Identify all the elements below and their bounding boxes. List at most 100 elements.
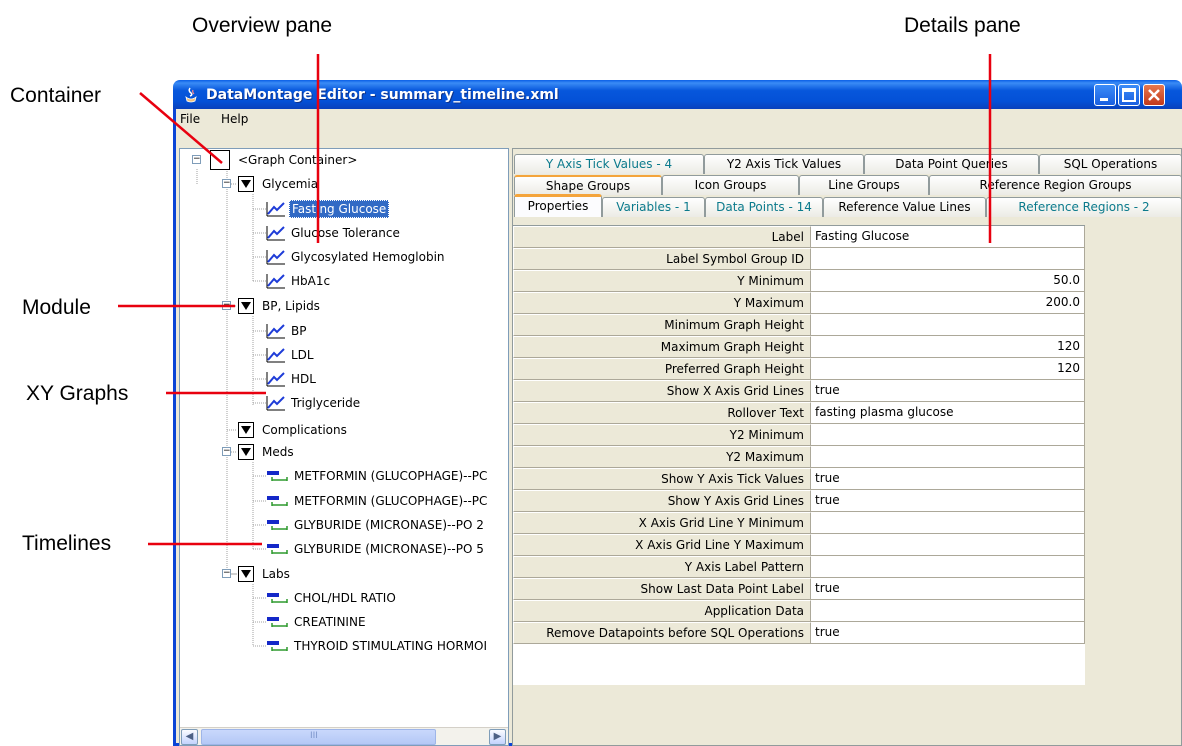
tree-module[interactable]: Complications [238, 419, 349, 441]
property-value[interactable]: true [811, 380, 1085, 402]
tree-timeline[interactable]: GLYBURIDE (MICRONASE)--PO 5 [266, 538, 486, 560]
minimize-button[interactable] [1094, 84, 1116, 106]
tab-properties[interactable]: Properties [514, 194, 602, 217]
timeline-icon [267, 593, 288, 603]
property-row[interactable]: Y2 Minimum [513, 424, 1085, 446]
tab-variables[interactable]: Variables - 1 [602, 197, 705, 217]
tab-reference-region-groups[interactable]: Reference Region Groups [929, 175, 1182, 195]
tree-graph[interactable]: Triglyceride [266, 392, 362, 414]
tree-item-label: GLYBURIDE (MICRONASE)--PO 2 [294, 518, 484, 532]
property-row[interactable]: Rollover Text fasting plasma glucose [513, 402, 1085, 424]
maximize-button[interactable] [1118, 84, 1140, 106]
timeline-icon [267, 520, 288, 530]
property-name: Application Data [513, 600, 811, 622]
tree-collapse-toggle[interactable]: − [222, 447, 231, 456]
window-titlebar[interactable]: DataMontage Editor - summary_timeline.xm… [173, 80, 1182, 110]
tab-data-points[interactable]: Data Points - 14 [705, 197, 823, 217]
timeline-icon [267, 617, 288, 627]
tree-graph[interactable]: LDL [266, 344, 316, 366]
property-row[interactable]: Label Fasting Glucose [513, 226, 1085, 248]
tree-root-container[interactable]: <Graph Container> [210, 149, 359, 171]
overview-pane[interactable]: − <Graph Container> − Glycemia Fasting G… [179, 148, 509, 746]
tree-module[interactable]: Meds [238, 441, 296, 463]
property-value[interactable]: true [811, 468, 1085, 490]
tree-timeline[interactable]: METFORMIN (GLUCOPHAGE)--PC [266, 465, 489, 487]
property-row[interactable]: Show Y Axis Tick Values true [513, 468, 1085, 490]
tab-y-axis-tick-values[interactable]: Y Axis Tick Values - 4 [514, 154, 704, 174]
property-value[interactable] [811, 446, 1085, 468]
property-value[interactable]: true [811, 578, 1085, 600]
property-row[interactable]: Show Y Axis Grid Lines true [513, 490, 1085, 512]
menu-file[interactable]: File [180, 112, 200, 126]
tab-reference-regions[interactable]: Reference Regions - 2 [986, 197, 1182, 217]
property-row[interactable]: Maximum Graph Height 120 [513, 336, 1085, 358]
property-row[interactable]: Y Minimum 50.0 [513, 270, 1085, 292]
property-row[interactable]: Y Axis Label Pattern [513, 556, 1085, 578]
tab-sql-operations[interactable]: SQL Operations [1039, 154, 1182, 174]
tree-collapse-toggle[interactable]: − [222, 301, 231, 310]
property-value[interactable]: true [811, 490, 1085, 512]
property-row[interactable]: Show Last Data Point Label true [513, 578, 1085, 600]
tree-collapse-toggle[interactable]: − [222, 569, 231, 578]
tree-graph[interactable]: Fasting Glucose [266, 198, 390, 220]
tree-graph[interactable]: Glycosylated Hemoglobin [266, 246, 447, 268]
property-row[interactable]: Y2 Maximum [513, 446, 1085, 468]
tree-item-label: Complications [262, 423, 347, 437]
tab-y2-axis-tick-values[interactable]: Y2 Axis Tick Values [704, 154, 864, 174]
tab-reference-value-lines[interactable]: Reference Value Lines [823, 197, 986, 217]
tree-item-label: METFORMIN (GLUCOPHAGE)--PC [294, 494, 488, 508]
property-value[interactable]: 200.0 [811, 292, 1085, 314]
property-value[interactable]: fasting plasma glucose [811, 402, 1085, 424]
property-name: Preferred Graph Height [513, 358, 811, 380]
tree-item-label: BP [291, 324, 307, 338]
property-value[interactable]: true [811, 622, 1085, 644]
tree-collapse-toggle[interactable]: − [222, 179, 231, 188]
property-value[interactable]: 50.0 [811, 270, 1085, 292]
tab-line-groups[interactable]: Line Groups [799, 175, 929, 195]
property-name: Show X Axis Grid Lines [513, 380, 811, 402]
property-value[interactable] [811, 314, 1085, 336]
tree-timeline[interactable]: GLYBURIDE (MICRONASE)--PO 2 [266, 514, 486, 536]
property-row[interactable]: Label Symbol Group ID [513, 248, 1085, 270]
tree-item-label: BP, Lipids [262, 299, 320, 313]
tree-timeline[interactable]: CREATININE [266, 611, 368, 633]
scroll-thumb[interactable]: III [201, 729, 436, 745]
property-value[interactable] [811, 534, 1085, 556]
tree-timeline[interactable]: CHOL/HDL RATIO [266, 587, 398, 609]
tab-shape-groups[interactable]: Shape Groups [514, 175, 662, 195]
tree-timeline[interactable]: METFORMIN (GLUCOPHAGE)--PC [266, 490, 489, 512]
scroll-right-button[interactable]: ▶ [489, 729, 506, 745]
close-button[interactable] [1143, 84, 1165, 106]
horizontal-scrollbar[interactable]: ◀ III ▶ [180, 727, 508, 745]
scroll-left-button[interactable]: ◀ [181, 729, 198, 745]
property-value[interactable] [811, 556, 1085, 578]
tree-module[interactable]: Glycemia [238, 173, 320, 195]
tree-collapse-toggle[interactable]: − [192, 155, 201, 164]
property-row[interactable]: Minimum Graph Height [513, 314, 1085, 336]
tab-data-point-queries[interactable]: Data Point Queries [864, 154, 1039, 174]
property-value[interactable] [811, 600, 1085, 622]
tree-module[interactable]: Labs [238, 563, 292, 585]
property-value[interactable] [811, 248, 1085, 270]
property-value[interactable]: 120 [811, 336, 1085, 358]
tree-module[interactable]: BP, Lipids [238, 295, 322, 317]
property-value[interactable]: Fasting Glucose [811, 226, 1085, 248]
property-row[interactable]: Show X Axis Grid Lines true [513, 380, 1085, 402]
property-value[interactable] [811, 424, 1085, 446]
property-row[interactable]: Preferred Graph Height 120 [513, 358, 1085, 380]
tree-timeline[interactable]: THYROID STIMULATING HORMOI [266, 635, 489, 657]
property-value[interactable]: 120 [811, 358, 1085, 380]
tree-graph[interactable]: Glucose Tolerance [266, 222, 402, 244]
property-row[interactable]: Application Data [513, 600, 1085, 622]
property-row[interactable]: X Axis Grid Line Y Minimum [513, 512, 1085, 534]
tree-graph[interactable]: HDL [266, 368, 318, 390]
tab-icon-groups[interactable]: Icon Groups [662, 175, 799, 195]
property-row[interactable]: Remove Datapoints before SQL Operations t… [513, 622, 1085, 644]
menu-help[interactable]: Help [221, 112, 248, 126]
property-value[interactable] [811, 512, 1085, 534]
property-row[interactable]: Y Maximum 200.0 [513, 292, 1085, 314]
xy-graph-icon [266, 348, 285, 363]
tree-graph[interactable]: BP [266, 320, 308, 342]
tree-graph[interactable]: HbA1c [266, 270, 332, 292]
property-row[interactable]: X Axis Grid Line Y Maximum [513, 534, 1085, 556]
